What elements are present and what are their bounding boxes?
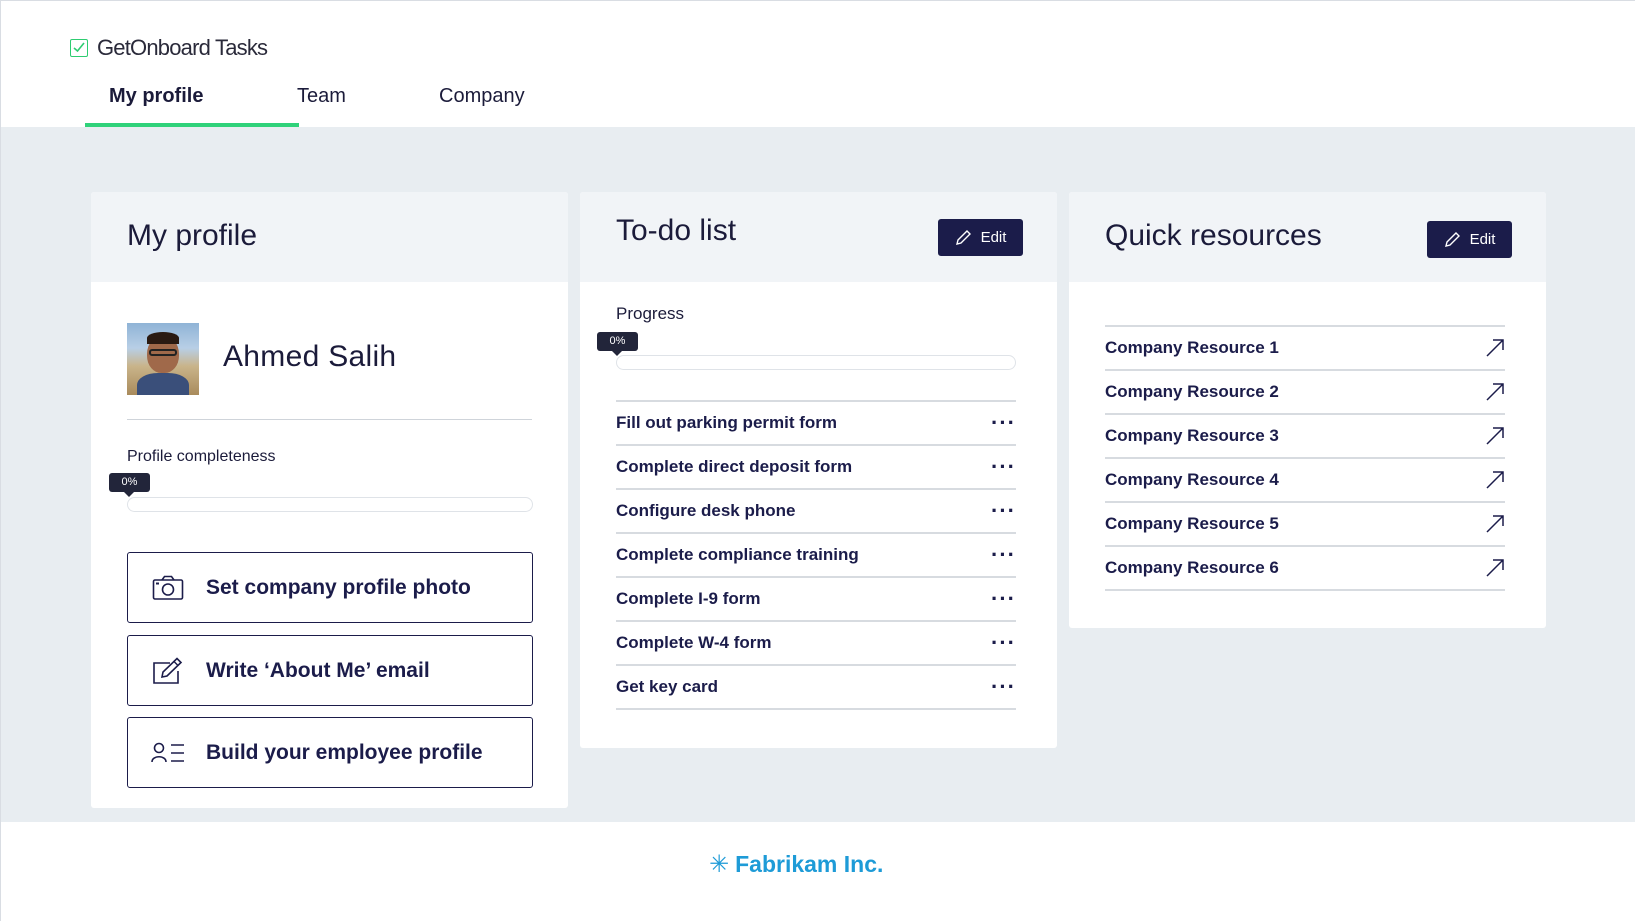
main-area: My profile Ahmed Salih Profile completen… <box>1 127 1635 822</box>
more-horizontal-icon[interactable]: ··· <box>991 588 1016 610</box>
build-employee-profile-button[interactable]: Build your employee profile <box>127 717 533 788</box>
company-logo: ✳ Fabrikam Inc. <box>709 850 883 879</box>
todo-item-label: Complete I-9 form <box>616 589 761 608</box>
resource-link[interactable]: Company Resource 4 <box>1105 457 1505 501</box>
checkbox-logo-icon <box>70 39 88 57</box>
todo-edit-button[interactable]: Edit <box>938 219 1023 256</box>
more-horizontal-icon[interactable]: ··· <box>991 412 1016 434</box>
app-frame: GetOnboard Tasks My profile Team Company… <box>0 0 1635 921</box>
resources-edit-label: Edit <box>1469 231 1496 248</box>
resource-label: Company Resource 4 <box>1105 470 1279 489</box>
progress-label: Progress <box>616 304 685 323</box>
resource-label: Company Resource 2 <box>1105 382 1279 401</box>
more-horizontal-icon[interactable]: ··· <box>991 456 1016 478</box>
resources-edit-button[interactable]: Edit <box>1427 221 1512 258</box>
nav-tabs: My profile Team Company <box>85 85 579 129</box>
contact-card-icon <box>150 738 186 768</box>
pencil-icon <box>955 229 971 245</box>
resources-card: Quick resources Edit Company Resource 1 … <box>1069 192 1546 628</box>
todo-item-label: Complete W-4 form <box>616 633 772 652</box>
todo-item-label: Fill out parking permit form <box>616 413 838 432</box>
external-link-arrow-icon <box>1486 515 1504 533</box>
progress-bar <box>616 355 1016 370</box>
resources-card-header: Quick resources Edit <box>1069 192 1546 282</box>
external-link-arrow-icon <box>1486 339 1504 357</box>
progress-badge: 0% <box>597 332 638 356</box>
todo-item[interactable]: Complete direct deposit form ··· <box>616 444 1016 488</box>
todo-card: To-do list Edit Progress 0% Fill out par… <box>580 192 1057 748</box>
camera-icon <box>150 573 186 603</box>
tab-my-profile[interactable]: My profile <box>85 85 299 129</box>
resource-link[interactable]: Company Resource 2 <box>1105 369 1505 413</box>
build-employee-profile-label: Build your employee profile <box>206 740 483 764</box>
profile-name: Ahmed Salih <box>223 340 397 373</box>
resource-link[interactable]: Company Resource 5 <box>1105 501 1505 545</box>
external-link-arrow-icon <box>1486 471 1504 489</box>
todo-item-label: Complete direct deposit form <box>616 457 853 476</box>
company-name: Fabrikam Inc. <box>735 851 884 877</box>
more-horizontal-icon[interactable]: ··· <box>991 500 1016 522</box>
resource-label: Company Resource 3 <box>1105 426 1279 445</box>
pencil-icon <box>1444 231 1460 247</box>
write-about-me-label: Write ‘About Me’ email <box>206 658 430 682</box>
header: GetOnboard Tasks My profile Team Company <box>1 1 1635 129</box>
profile-card: My profile Ahmed Salih Profile completen… <box>91 192 568 808</box>
avatar <box>127 323 199 395</box>
completeness-label: Profile completeness <box>127 448 276 465</box>
todo-item[interactable]: Configure desk phone ··· <box>616 488 1016 532</box>
todo-card-header: To-do list Edit <box>580 192 1057 282</box>
write-about-me-button[interactable]: Write ‘About Me’ email <box>127 635 533 706</box>
todo-item-label: Configure desk phone <box>616 501 796 520</box>
external-link-arrow-icon <box>1486 559 1504 577</box>
external-link-arrow-icon <box>1486 383 1504 401</box>
resource-label: Company Resource 1 <box>1105 338 1279 357</box>
asterisk-icon: ✳ <box>709 851 730 878</box>
profile-card-title: My profile <box>127 219 258 252</box>
todo-item[interactable]: Complete compliance training ··· <box>616 532 1016 576</box>
resource-link[interactable]: Company Resource 3 <box>1105 413 1505 457</box>
todo-edit-label: Edit <box>980 229 1007 246</box>
todo-item[interactable]: Complete I-9 form ··· <box>616 576 1016 620</box>
set-profile-photo-button[interactable]: Set company profile photo <box>127 552 533 623</box>
todo-item-label: Get key card <box>616 677 719 696</box>
footer: ✳ Fabrikam Inc. <box>1 822 1635 921</box>
brand[interactable]: GetOnboard Tasks <box>70 35 268 61</box>
divider <box>127 419 532 420</box>
completeness-badge: 0% <box>109 473 150 497</box>
resource-label: Company Resource 5 <box>1105 514 1279 533</box>
resource-label: Company Resource 6 <box>1105 558 1279 577</box>
todo-item[interactable]: Get key card ··· <box>616 664 1016 710</box>
edit-note-icon <box>150 656 186 686</box>
resource-link[interactable]: Company Resource 1 <box>1105 325 1505 369</box>
brand-name: GetOnboard Tasks <box>97 35 268 60</box>
todo-item[interactable]: Fill out parking permit form ··· <box>616 400 1016 444</box>
profile-card-header: My profile <box>91 192 568 282</box>
tab-team[interactable]: Team <box>297 85 439 127</box>
more-horizontal-icon[interactable]: ··· <box>991 632 1016 654</box>
more-horizontal-icon[interactable]: ··· <box>991 544 1016 566</box>
completeness-bar <box>127 497 533 512</box>
tab-company[interactable]: Company <box>439 85 579 127</box>
todo-item[interactable]: Complete W-4 form ··· <box>616 620 1016 664</box>
external-link-arrow-icon <box>1486 427 1504 445</box>
resources-card-title: Quick resources <box>1105 219 1322 252</box>
more-horizontal-icon[interactable]: ··· <box>991 676 1016 698</box>
resource-link[interactable]: Company Resource 6 <box>1105 545 1505 591</box>
todo-card-title: To-do list <box>616 214 737 247</box>
todo-item-label: Complete compliance training <box>616 545 859 564</box>
set-profile-photo-label: Set company profile photo <box>206 575 471 599</box>
